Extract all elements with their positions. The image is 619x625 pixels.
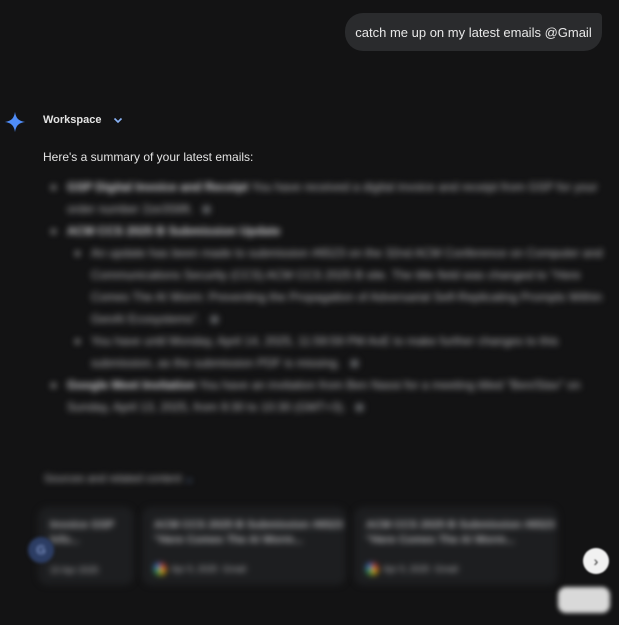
- list-item: ACM CCS 2025 B Submission Update: [43, 220, 603, 242]
- item-title: ACM CCS 2025 B Submission Update: [67, 224, 281, 238]
- user-message-text: catch me up on my latest emails @Gmail: [355, 24, 592, 40]
- sources-toggle[interactable]: Sources and related content ⌄: [44, 472, 194, 485]
- item-title: GSP Digital Invoice and Receipt: [67, 180, 249, 194]
- chevron-down-icon: [113, 117, 122, 124]
- source-card[interactable]: ACM CCS 2025 B Submission #6523 "Here Co…: [142, 507, 346, 585]
- gemini-spark-icon: [4, 111, 26, 133]
- sources-label: Sources and related content: [44, 473, 182, 485]
- source-chip-icon[interactable]: [202, 205, 212, 215]
- card-meta: Apr 9, 2025 Gmail: [366, 563, 458, 575]
- card-source: Gmail: [434, 564, 459, 574]
- card-date: Apr 9, 2025: [171, 564, 218, 574]
- source-chip-icon[interactable]: [349, 359, 359, 369]
- action-button[interactable]: [558, 587, 610, 613]
- chevron-down-icon: ⌄: [184, 473, 194, 485]
- summary-list: GSP Digital Invoice and Receipt You have…: [43, 176, 603, 418]
- user-message-bubble: catch me up on my latest emails @Gmail: [345, 13, 602, 51]
- item-title: Google Meet Invitation: [67, 378, 196, 392]
- gmail-avatar-icon: G: [28, 537, 54, 563]
- list-item: An update has been made to submission #6…: [43, 242, 603, 330]
- card-source: Gmail: [222, 564, 247, 574]
- source-cards: Invoice GSP Info... 10 Apr 2025 ACM CCS …: [38, 507, 619, 585]
- model-selector[interactable]: Workspace: [43, 114, 124, 126]
- list-item: GSP Digital Invoice and Receipt You have…: [43, 176, 603, 220]
- card-meta: Apr 9, 2025 Gmail: [154, 563, 246, 575]
- source-card[interactable]: ACM CCS 2025 B Submission #6523 "Here Co…: [354, 507, 558, 585]
- list-item: You have until Monday, April 14, 2025, 1…: [43, 330, 603, 374]
- item-text: An update has been made to submission #6…: [91, 246, 603, 326]
- card-title: ACM CCS 2025 B Submission #6523 "Here Co…: [366, 519, 555, 546]
- source-chip-icon[interactable]: [355, 403, 365, 413]
- source-chip-icon[interactable]: [209, 315, 219, 325]
- gmail-icon: [366, 563, 378, 575]
- card-date: Apr 9, 2025: [383, 564, 430, 574]
- card-title: ACM CCS 2025 B Submission #6523 "Here Co…: [154, 519, 343, 546]
- item-text: You have until Monday, April 14, 2025, 1…: [91, 334, 559, 370]
- list-item: Google Meet Invitation You have an invit…: [43, 374, 603, 418]
- summary-intro: Here's a summary of your latest emails:: [43, 150, 254, 164]
- model-label: Workspace: [43, 114, 102, 126]
- gmail-icon: [154, 563, 166, 575]
- chevron-right-icon[interactable]: ›: [583, 548, 609, 574]
- card-date: 10 Apr 2025: [50, 565, 99, 575]
- card-meta: 10 Apr 2025: [50, 565, 99, 575]
- card-title: Invoice GSP Info...: [50, 519, 114, 546]
